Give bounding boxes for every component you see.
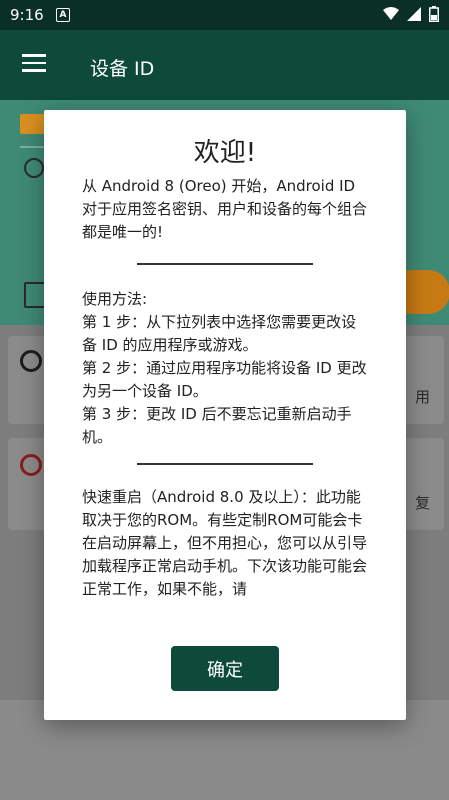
wifi-icon — [383, 7, 399, 20]
divider — [137, 463, 313, 465]
dialog-intro: 从 Android 8 (Oreo) 开始，Android ID 对于应用签名密… — [82, 177, 368, 241]
divider — [137, 263, 313, 265]
menu-icon[interactable] — [22, 54, 46, 74]
status-time: 9:16 — [10, 6, 44, 24]
step-item: 第 2 步：通过应用程序功能将设备 ID 更改为另一个设备 ID。 — [82, 359, 367, 400]
notification-icon: A — [56, 8, 70, 22]
radio-icon — [20, 350, 42, 372]
status-icons — [383, 6, 439, 22]
usage-section: 使用方法: 第 1 步：从下拉列表中选择您需要更改设备 ID 的应用程序或游戏。… — [82, 288, 370, 449]
status-bar: 9:16 A — [0, 0, 449, 30]
radio-icon — [20, 454, 42, 476]
step-item: 第 3 步：更改 ID 后不要忘记重新启动手机。 — [82, 405, 352, 446]
app-title: 设备 ID — [90, 58, 155, 80]
ok-button[interactable]: 确定 — [171, 646, 279, 691]
app-bar: 设备 ID — [0, 30, 449, 100]
search-icon — [24, 158, 44, 178]
card-side-text: 用 — [414, 388, 430, 406]
card-side-text: 复 — [414, 494, 430, 512]
welcome-dialog: 欢迎! 从 Android 8 (Oreo) 开始，Android ID 对于应… — [44, 110, 406, 720]
battery-icon — [429, 6, 439, 22]
usage-heading: 使用方法: — [82, 290, 148, 308]
signal-icon — [407, 7, 421, 21]
dialog-title: 欢迎! — [193, 138, 257, 168]
quick-reboot-text: 快速重启（Android 8.0 及以上）：此功能取决于您的ROM。有些定制RO… — [82, 488, 368, 598]
step-item: 第 1 步：从下拉列表中选择您需要更改设备 ID 的应用程序或游戏。 — [82, 313, 357, 354]
